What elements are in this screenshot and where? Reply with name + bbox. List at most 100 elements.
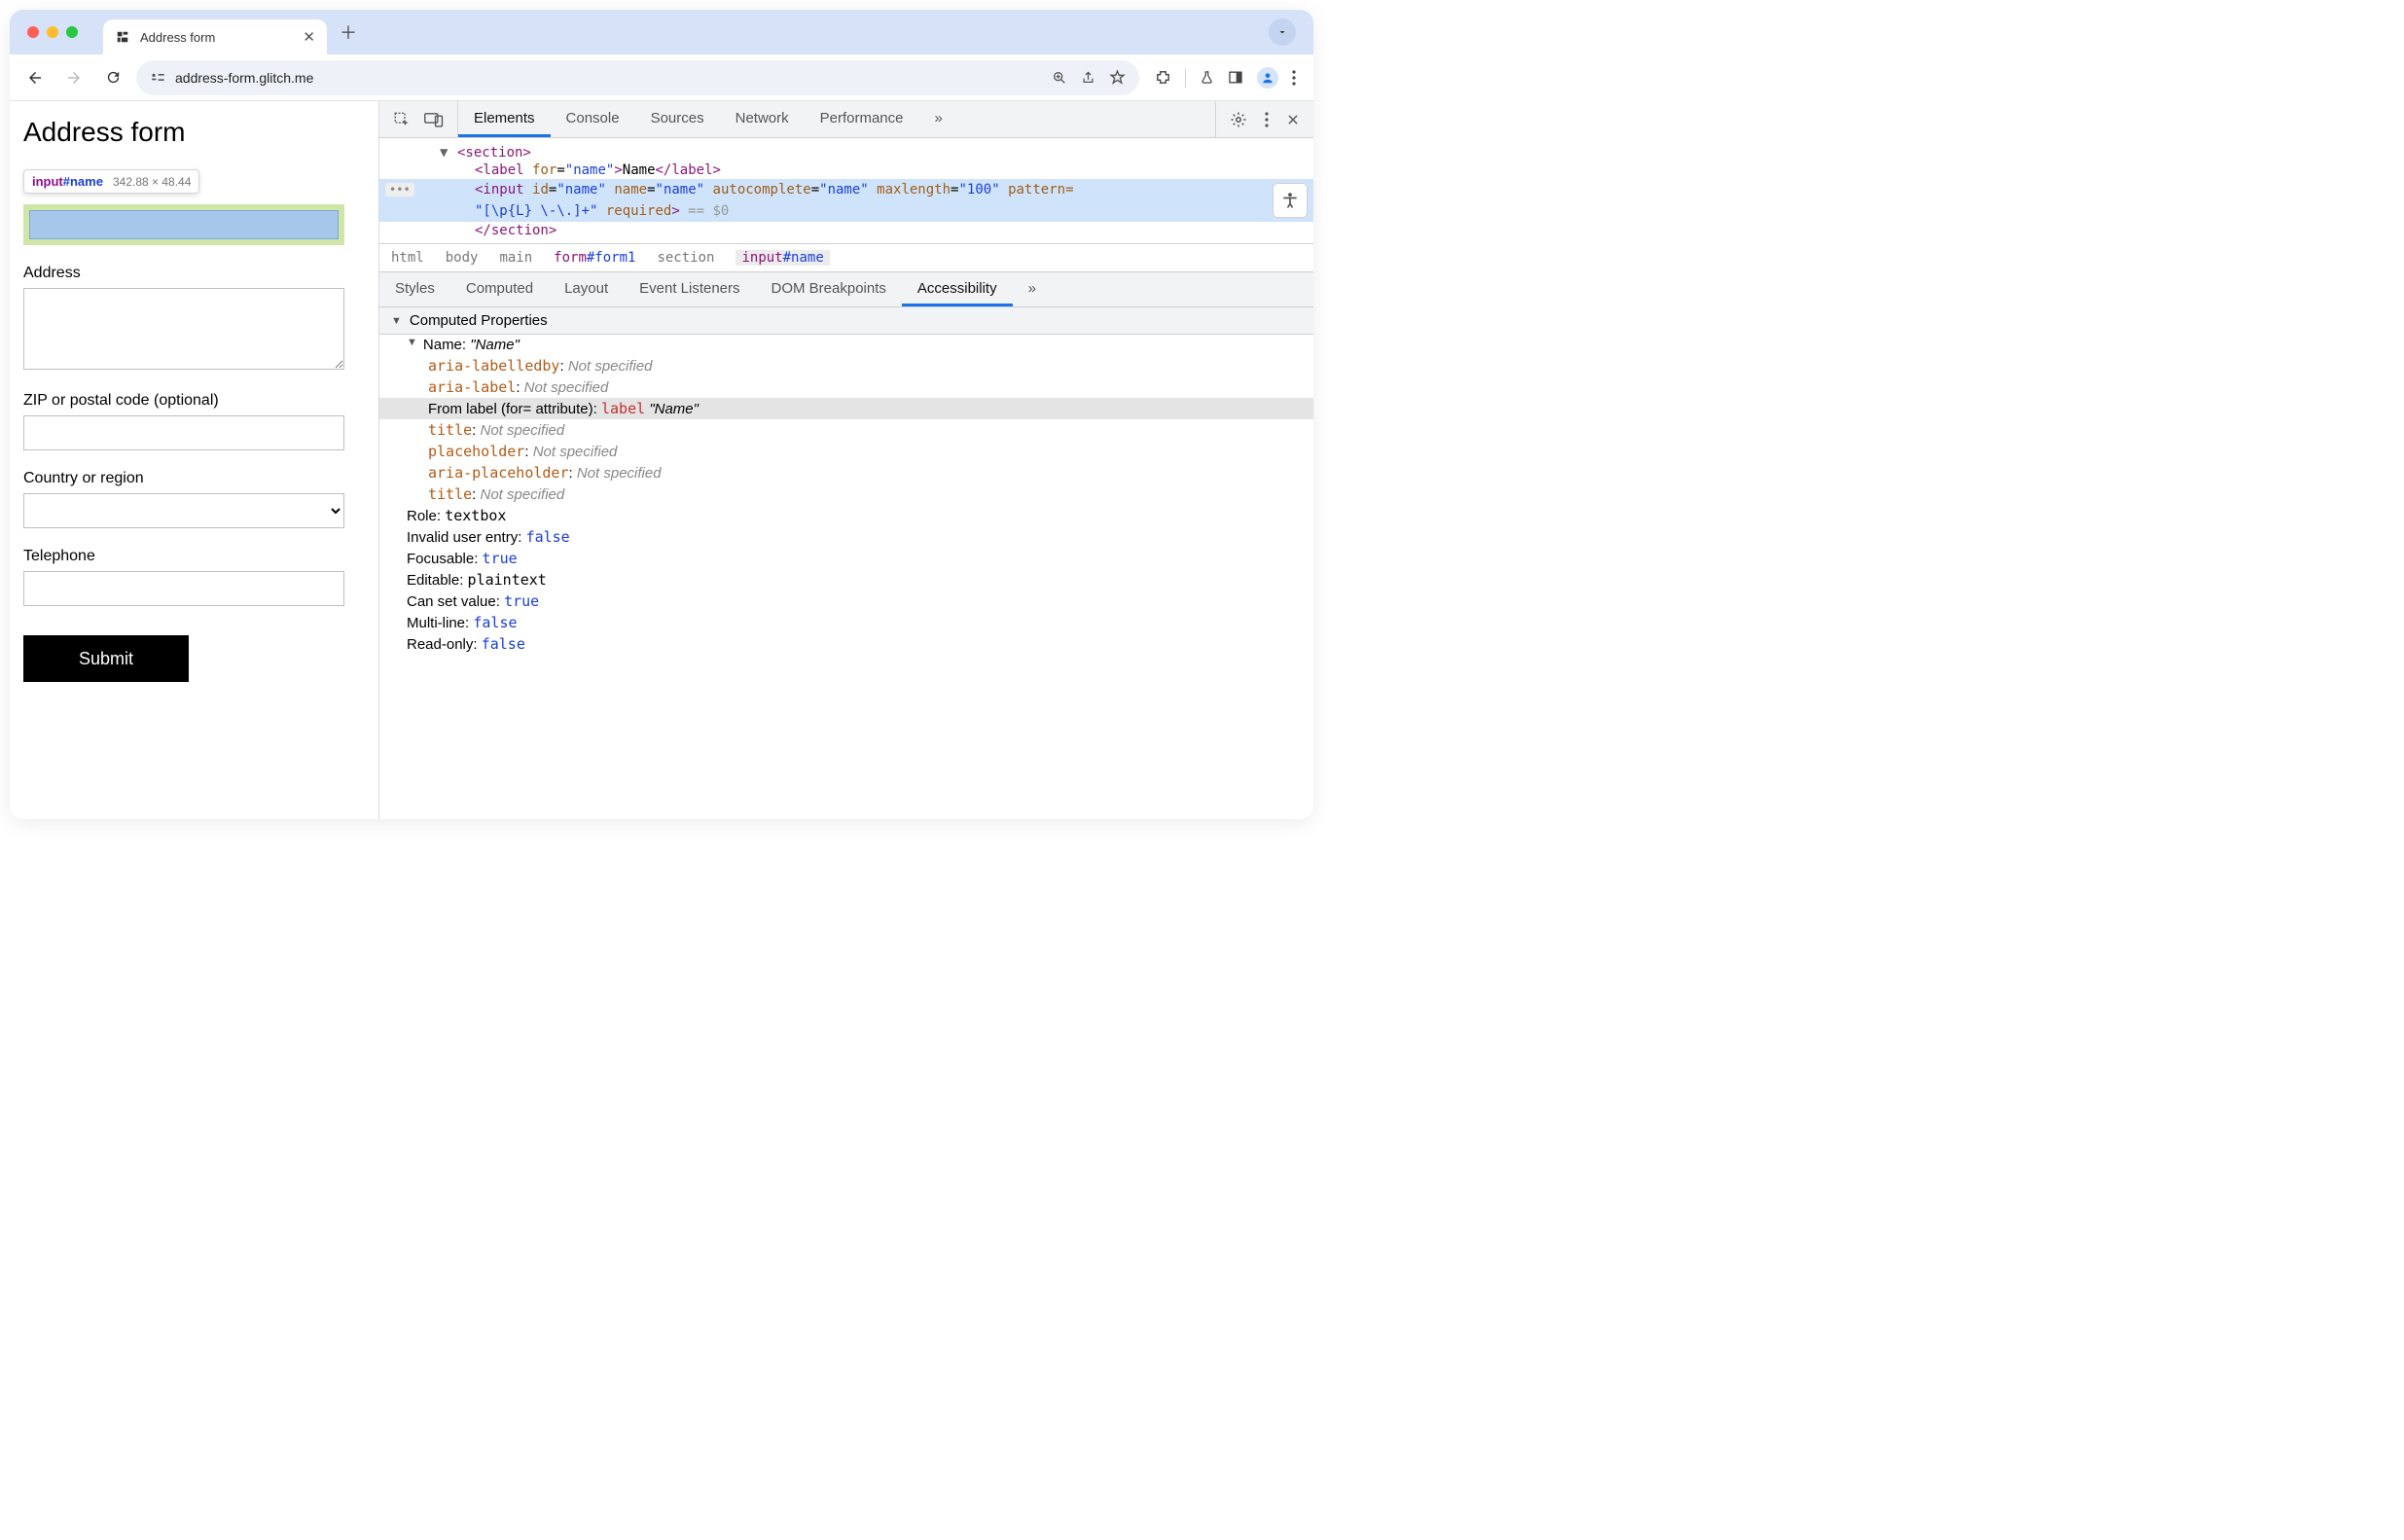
subtab-dom-breakpoints[interactable]: DOM Breakpoints: [756, 272, 902, 306]
accessibility-badge-icon[interactable]: [1273, 183, 1308, 218]
crumb-form[interactable]: form#form1: [554, 250, 635, 266]
forward-button[interactable]: [58, 62, 90, 93]
device-toolbar-icon[interactable]: [424, 112, 444, 127]
subtab-event-listeners[interactable]: Event Listeners: [624, 272, 755, 306]
zip-input[interactable]: [23, 415, 344, 450]
name-row: ▼ Name: "Name": [379, 335, 1313, 355]
tooltip-tag: input: [32, 174, 63, 189]
tab-console[interactable]: Console: [551, 101, 635, 137]
tab-overflow-button[interactable]: [1269, 18, 1296, 46]
toolbar-right: [1147, 67, 1304, 89]
tab-title: Address form: [140, 30, 215, 45]
dom-label-line[interactable]: <label for="name">Name</label>: [379, 161, 1313, 179]
subtab-accessibility[interactable]: Accessibility: [902, 272, 1013, 306]
tab-sources[interactable]: Sources: [635, 101, 720, 137]
back-button[interactable]: [19, 62, 51, 93]
close-tab-icon[interactable]: ✕: [303, 28, 315, 46]
extensions-icon[interactable]: [1155, 69, 1171, 86]
bookmark-star-icon[interactable]: [1109, 69, 1126, 86]
prop-editable: Editable: plaintext: [379, 569, 1313, 591]
kebab-menu-icon[interactable]: [1292, 70, 1296, 86]
url-text: address-form.glitch.me: [175, 70, 313, 86]
window-controls: [27, 26, 78, 38]
reload-button[interactable]: [97, 62, 128, 93]
tab-performance[interactable]: Performance: [805, 101, 919, 137]
dom-breadcrumb[interactable]: html body main form#form1 section input#…: [379, 244, 1313, 272]
site-info-icon[interactable]: [150, 71, 165, 85]
tab-network[interactable]: Network: [720, 101, 805, 137]
prop-invalid: Invalid user entry: false: [379, 526, 1313, 548]
country-label: Country or region: [23, 470, 365, 487]
country-select[interactable]: [23, 493, 344, 528]
dom-section-open: <section>: [457, 145, 531, 161]
tooltip-id: #name: [63, 174, 103, 189]
crumb-body[interactable]: body: [446, 250, 479, 266]
address-bar[interactable]: address-form.glitch.me: [136, 60, 1139, 95]
crumb-html[interactable]: html: [391, 250, 424, 266]
subtab-computed[interactable]: Computed: [450, 272, 549, 306]
address-textarea[interactable]: [23, 288, 344, 370]
tab-elements[interactable]: Elements: [458, 101, 551, 137]
rendered-page: Address form input#name 342.88 × 48.44 A…: [10, 101, 379, 819]
prop-from-label: From label (for= attribute): label "Name…: [379, 398, 1313, 419]
address-label: Address: [23, 265, 365, 282]
gutter-actions-icon[interactable]: •••: [385, 183, 414, 197]
name-input[interactable]: [29, 210, 339, 239]
tooltip-dimensions: 342.88 × 48.44: [113, 175, 191, 189]
browser-tab[interactable]: Address form ✕: [103, 19, 327, 54]
subtab-layout[interactable]: Layout: [549, 272, 624, 306]
prop-title: title: Not specified: [379, 419, 1313, 441]
inspected-element-highlight: [23, 204, 344, 245]
prop-readonly: Read-only: false: [379, 633, 1313, 655]
browser-toolbar: address-form.glitch.me: [10, 54, 1313, 101]
telephone-label: Telephone: [23, 548, 365, 565]
submit-button[interactable]: Submit: [23, 635, 189, 682]
minimize-window-button[interactable]: [47, 26, 58, 38]
panel-icon[interactable]: [1228, 70, 1243, 85]
zip-label: ZIP or postal code (optional): [23, 392, 365, 410]
devtools-sub-tabs: Styles Computed Layout Event Listeners D…: [379, 272, 1313, 307]
prop-title-2: title: Not specified: [379, 483, 1313, 505]
subtab-styles[interactable]: Styles: [379, 272, 450, 306]
new-tab-button[interactable]: ＋: [335, 18, 362, 46]
inspect-element-icon[interactable]: [393, 111, 411, 128]
devtools-menu-icon[interactable]: [1265, 112, 1269, 127]
prop-aria-labelledby: aria-labelledby: Not specified: [379, 355, 1313, 376]
prop-placeholder: placeholder: Not specified: [379, 441, 1313, 462]
prop-focusable: Focusable: true: [379, 548, 1313, 569]
profile-avatar[interactable]: [1257, 67, 1278, 89]
prop-multiline: Multi-line: false: [379, 612, 1313, 633]
close-window-button[interactable]: [27, 26, 39, 38]
devtools-tabs: Elements Console Sources Network Perform…: [379, 101, 1313, 138]
crumb-input[interactable]: input#name: [736, 250, 829, 266]
close-devtools-icon[interactable]: [1286, 113, 1300, 126]
settings-gear-icon[interactable]: [1230, 111, 1247, 128]
prop-cansetvalue: Can set value: true: [379, 591, 1313, 612]
accessibility-pane: ▼ Name: "Name" aria-labelledby: Not spec…: [379, 335, 1313, 819]
prop-aria-placeholder: aria-placeholder: Not specified: [379, 462, 1313, 483]
maximize-window-button[interactable]: [66, 26, 78, 38]
page-title: Address form: [23, 117, 365, 148]
element-inspect-tooltip: input#name 342.88 × 48.44: [23, 169, 199, 194]
browser-window: Address form ✕ ＋ address-form.glitch.me: [10, 10, 1313, 819]
dom-section-close: </section>: [457, 223, 556, 238]
dom-input-line[interactable]: ••• <input id="name" name="name" autocom…: [379, 179, 1313, 200]
divider: [1185, 68, 1186, 88]
dom-tree[interactable]: ▼<section> <label for="name">Name</label…: [379, 138, 1313, 244]
favicon-icon: [115, 29, 130, 45]
devtools-panel: Elements Console Sources Network Perform…: [379, 101, 1313, 819]
subtab-overflow-icon[interactable]: »: [1013, 272, 1052, 306]
flask-icon[interactable]: [1200, 69, 1214, 86]
share-icon[interactable]: [1081, 70, 1095, 86]
zoom-icon[interactable]: [1052, 70, 1067, 86]
dom-input-line-cont[interactable]: "[\p{L} \-\.]+" required> == $0: [379, 200, 1313, 222]
tab-strip: Address form ✕ ＋: [10, 10, 1313, 54]
crumb-main[interactable]: main: [499, 250, 532, 266]
telephone-input[interactable]: [23, 571, 344, 606]
tabs-overflow-icon[interactable]: »: [919, 101, 958, 137]
twisty-down-icon[interactable]: ▼: [391, 315, 402, 327]
prop-aria-label: aria-label: Not specified: [379, 376, 1313, 398]
crumb-section[interactable]: section: [657, 250, 714, 266]
computed-properties-header[interactable]: ▼ Computed Properties: [379, 307, 1313, 335]
prop-role: Role: textbox: [379, 505, 1313, 526]
